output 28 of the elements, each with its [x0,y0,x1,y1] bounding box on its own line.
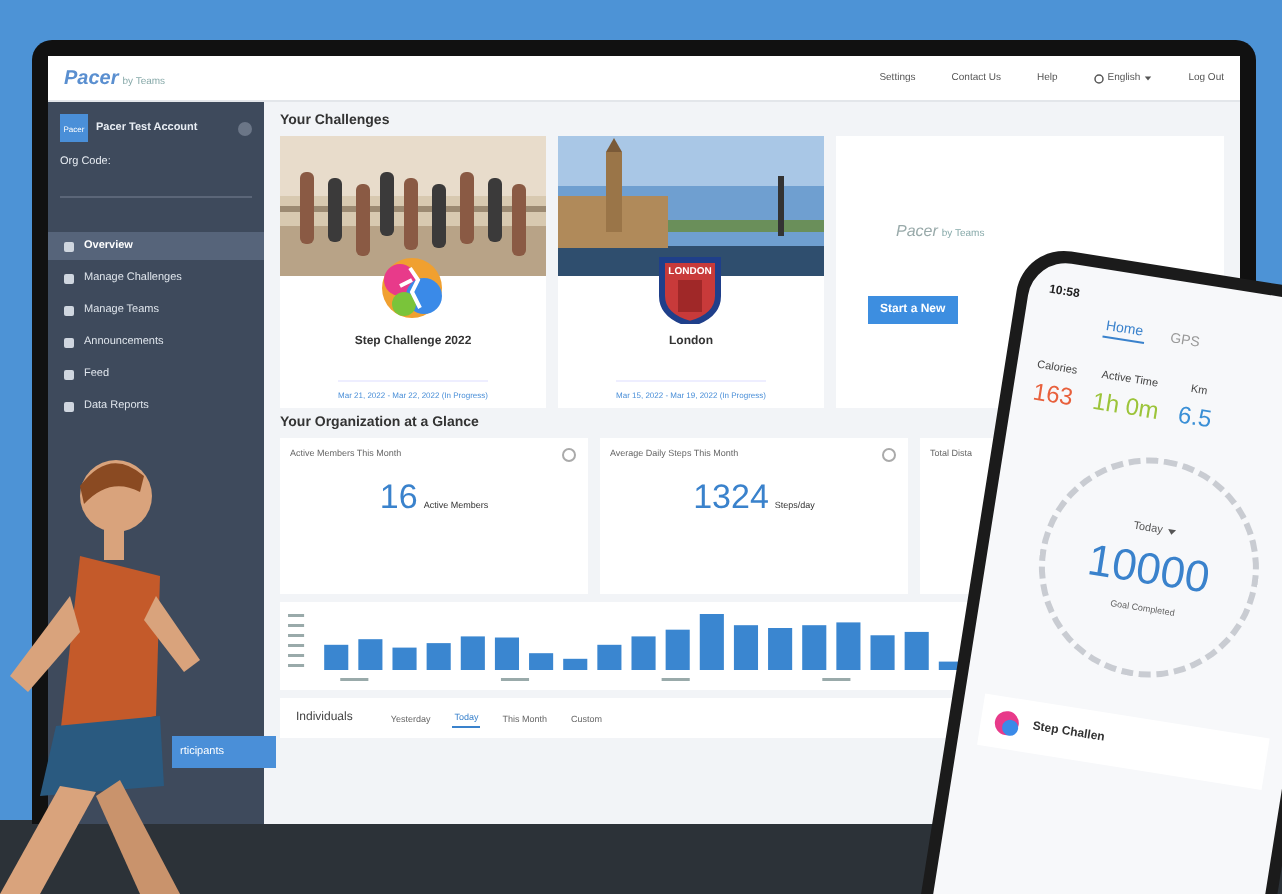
caret-icon [1144,74,1153,82]
metric-value: 1h 0m [1090,386,1161,425]
runner-splash-icon [376,252,448,324]
chart-bar [460,636,485,670]
step-count: 10000 [1084,533,1214,602]
stat-value: 1324 [693,478,769,518]
runner-splash-icon [990,707,1023,740]
chart-bar [597,644,622,670]
toggle-icon[interactable] [238,121,252,135]
chart-bar [392,647,417,670]
info-icon[interactable] [562,448,576,462]
chart-bar [324,644,349,670]
chart-bar [426,643,451,670]
chart-bar [529,653,554,670]
chart-bar [358,639,383,670]
chart-bar [802,625,827,670]
globe-icon [1093,73,1104,83]
chart-bar [631,636,656,670]
info-icon[interactable] [882,448,896,462]
chart-bar [836,622,861,670]
chart-bar [870,635,895,670]
stat-value: 16 [379,478,418,518]
metric-value: 163 [1031,377,1075,412]
chart-bar [699,614,724,670]
caret-icon [1165,525,1178,538]
chart-bar [733,625,759,670]
chart-bar [768,628,793,670]
metric-value: 6.5 [1176,400,1214,434]
